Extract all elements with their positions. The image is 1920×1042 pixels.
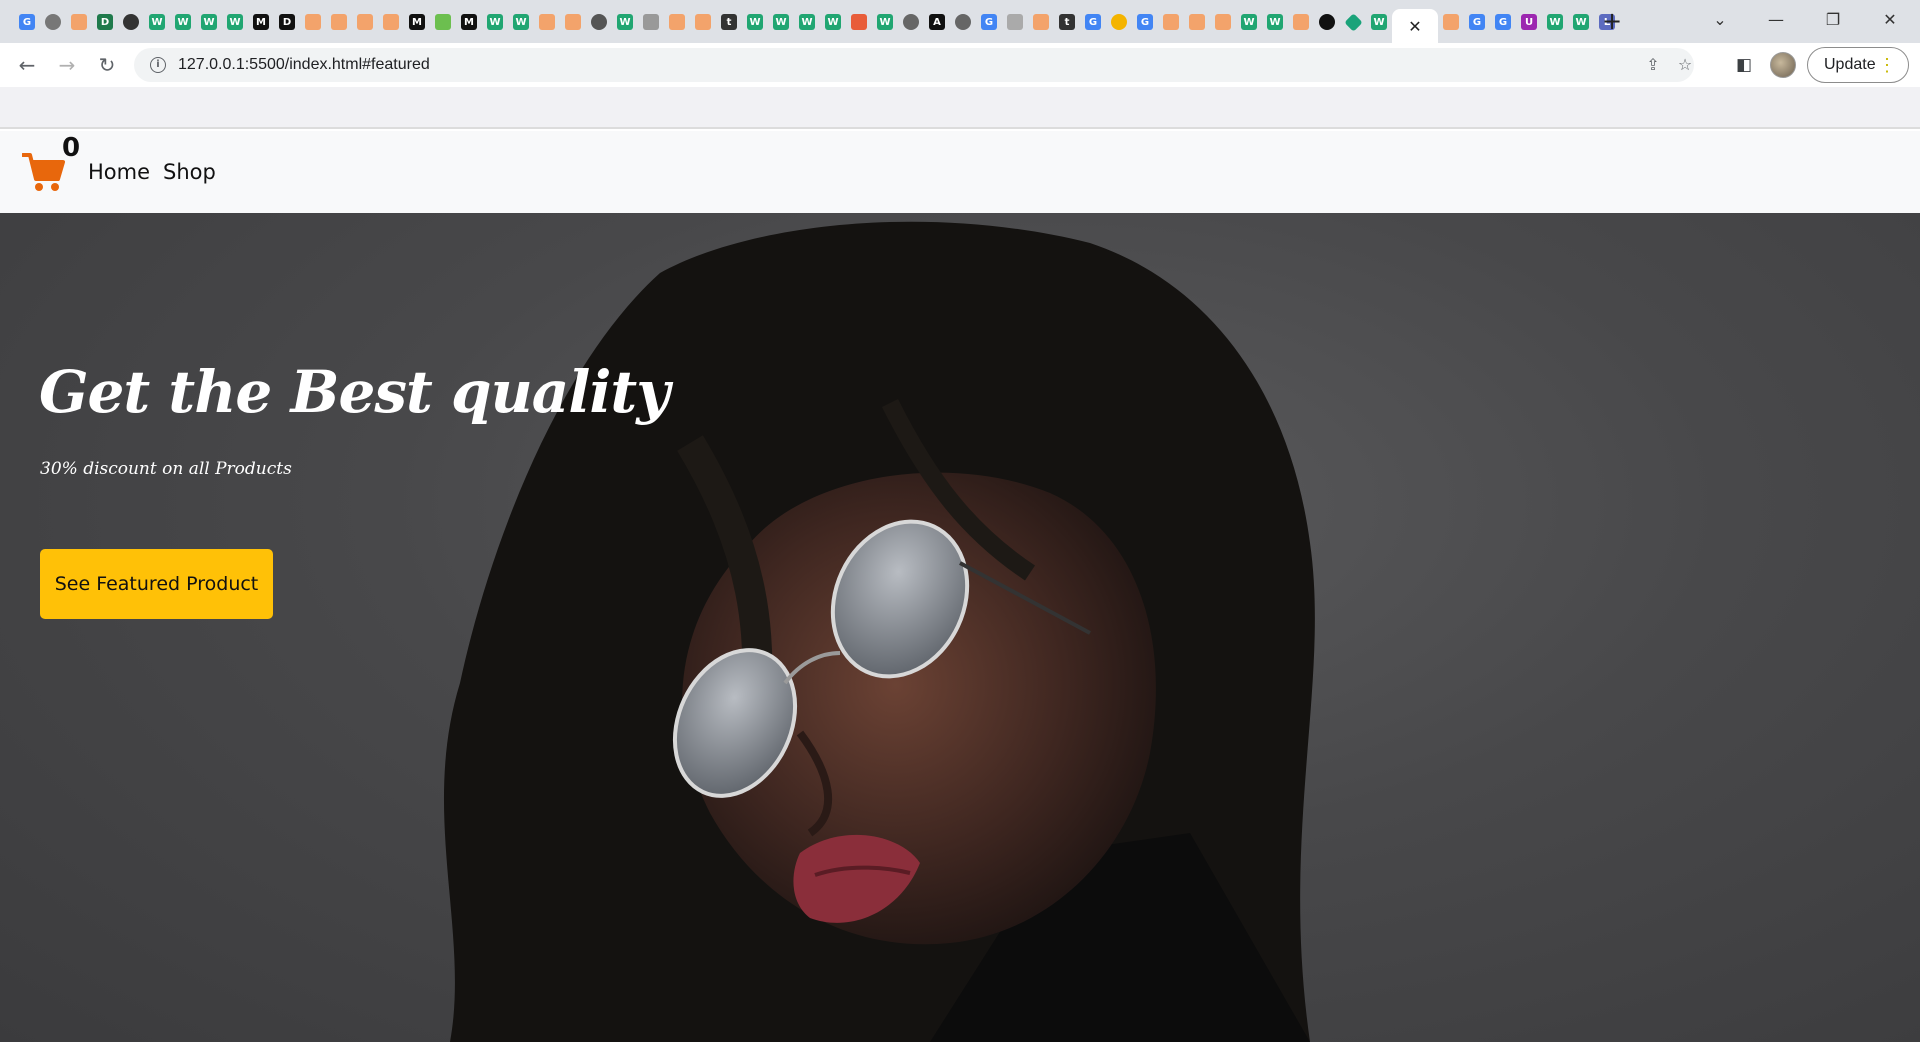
nav-link-home[interactable]: Home <box>88 160 150 184</box>
google-icon[interactable]: G <box>1464 9 1490 35</box>
minimize-icon[interactable]: — <box>1756 6 1796 34</box>
tab-favicon-icon[interactable] <box>1438 9 1464 35</box>
tab-favicon-icon[interactable]: W <box>872 9 898 35</box>
tab-favicon-icon[interactable]: W <box>1542 9 1568 35</box>
tab-favicon-icon[interactable]: W <box>768 9 794 35</box>
share-icon[interactable]: ⇪ <box>1642 54 1664 76</box>
tab-favicon-icon[interactable] <box>534 9 560 35</box>
tab-favicon-icon[interactable] <box>586 9 612 35</box>
bookmark-star-icon[interactable]: ☆ <box>1674 54 1696 76</box>
browser-toolbar: ← → ↻ i 127.0.0.1:5500/index.html#featur… <box>0 43 1920 87</box>
tab-favicon-icon[interactable]: W <box>1236 9 1262 35</box>
tab-favicon-icon[interactable]: W <box>820 9 846 35</box>
google-icon[interactable]: G <box>1132 9 1158 35</box>
see-featured-product-button[interactable]: See Featured Product <box>40 549 273 619</box>
active-tab[interactable]: ✕ <box>1392 9 1438 43</box>
google-icon[interactable]: G <box>1490 9 1516 35</box>
tab-favicon-icon[interactable]: W <box>482 9 508 35</box>
hero-section: Get the Best quality 30% discount on all… <box>0 213 1920 1042</box>
update-label: Update <box>1824 56 1876 73</box>
tab-favicon-icon[interactable] <box>1184 9 1210 35</box>
forward-icon[interactable]: → <box>54 52 80 78</box>
browser-tab-bar: G D W W W W M D M M W W W t W W W W W A <box>0 0 1920 43</box>
hero-title: Get the Best quality <box>39 358 670 426</box>
tab-favicon-icon[interactable] <box>430 9 456 35</box>
tab-favicon-icon[interactable] <box>1106 9 1132 35</box>
close-window-icon[interactable]: ✕ <box>1870 6 1910 34</box>
tab-favicon-icon[interactable] <box>1158 9 1184 35</box>
tab-favicon-icon[interactable]: M <box>248 9 274 35</box>
tab-favicon-icon[interactable] <box>898 9 924 35</box>
google-icon[interactable]: G <box>976 9 1002 35</box>
new-tab-button[interactable]: + <box>1597 6 1627 36</box>
spotify-icon[interactable] <box>1314 9 1340 35</box>
tab-favicon-icon[interactable]: W <box>222 9 248 35</box>
tab-favicon-icon[interactable]: W <box>170 9 196 35</box>
tab-favicon-icon[interactable]: t <box>716 9 742 35</box>
tab-favicon-icon[interactable]: A <box>924 9 950 35</box>
tab-favicon-icon[interactable]: D <box>274 9 300 35</box>
tab-favicon-icon[interactable] <box>1210 9 1236 35</box>
tab-favicon-icon[interactable] <box>846 9 872 35</box>
cart-count-badge: 0 <box>62 133 81 163</box>
tab-favicon-icon[interactable] <box>378 9 404 35</box>
bookmarks-bar <box>0 87 1920 129</box>
tab-favicon-icon[interactable]: W <box>794 9 820 35</box>
google-icon[interactable]: G <box>1080 9 1106 35</box>
tab-favicon-icon[interactable] <box>1002 9 1028 35</box>
tab-favicon-icon[interactable] <box>690 9 716 35</box>
tab-favicon-icon[interactable] <box>560 9 586 35</box>
tab-favicon-icon[interactable] <box>1028 9 1054 35</box>
site-info-icon[interactable]: i <box>150 57 166 73</box>
shopping-cart-icon[interactable] <box>22 151 66 193</box>
tab-strip: G D W W W W M D M M W W W t W W W W W A <box>14 9 1620 43</box>
tab-favicon-icon[interactable] <box>40 9 66 35</box>
nav-link-shop[interactable]: Shop <box>163 160 216 184</box>
tab-favicon-icon[interactable]: W <box>196 9 222 35</box>
update-button[interactable]: Update ⋮ <box>1807 47 1909 83</box>
tab-favicon-icon[interactable]: G <box>14 9 40 35</box>
site-navbar: 0 Home Shop <box>0 131 1920 213</box>
tab-favicon-icon[interactable]: W <box>508 9 534 35</box>
tab-favicon-icon[interactable]: D <box>92 9 118 35</box>
github-icon[interactable] <box>118 9 144 35</box>
tab-search-icon[interactable]: ⌄ <box>1700 6 1740 34</box>
tab-favicon-icon[interactable]: M <box>456 9 482 35</box>
tab-favicon-icon[interactable] <box>1288 9 1314 35</box>
tab-favicon-icon[interactable]: W <box>612 9 638 35</box>
tab-favicon-icon[interactable] <box>664 9 690 35</box>
menu-dots-icon: ⋮ <box>1878 55 1896 75</box>
tab-favicon-icon[interactable]: W <box>1366 9 1392 35</box>
hero-portrait-image <box>443 221 1315 1042</box>
url-text[interactable]: 127.0.0.1:5500/index.html#featured <box>178 56 430 74</box>
tab-favicon-icon[interactable] <box>1340 9 1366 35</box>
tab-favicon-icon[interactable] <box>66 9 92 35</box>
reload-icon[interactable]: ↻ <box>94 52 120 78</box>
tab-favicon-icon[interactable] <box>300 9 326 35</box>
hero-subtitle: 30% discount on all Products <box>40 459 292 479</box>
profile-avatar[interactable] <box>1770 52 1796 78</box>
side-panel-icon[interactable]: ◧ <box>1732 53 1756 77</box>
tab-favicon-icon[interactable]: U <box>1516 9 1542 35</box>
back-icon[interactable]: ← <box>14 52 40 78</box>
tab-favicon-icon[interactable]: W <box>144 9 170 35</box>
tab-favicon-icon[interactable]: W <box>1262 9 1288 35</box>
tab-favicon-icon[interactable] <box>326 9 352 35</box>
tab-favicon-icon[interactable] <box>352 9 378 35</box>
tab-favicon-icon[interactable]: M <box>404 9 430 35</box>
restore-icon[interactable]: ❐ <box>1813 6 1853 34</box>
tab-close-icon[interactable]: ✕ <box>1408 17 1421 36</box>
tab-favicon-icon[interactable] <box>950 9 976 35</box>
tab-favicon-icon[interactable]: W <box>742 9 768 35</box>
address-bar[interactable]: i 127.0.0.1:5500/index.html#featured ⇪ ☆ <box>134 48 1694 82</box>
tab-favicon-icon[interactable]: t <box>1054 9 1080 35</box>
tab-favicon-icon[interactable] <box>638 9 664 35</box>
tab-favicon-icon[interactable]: W <box>1568 9 1594 35</box>
